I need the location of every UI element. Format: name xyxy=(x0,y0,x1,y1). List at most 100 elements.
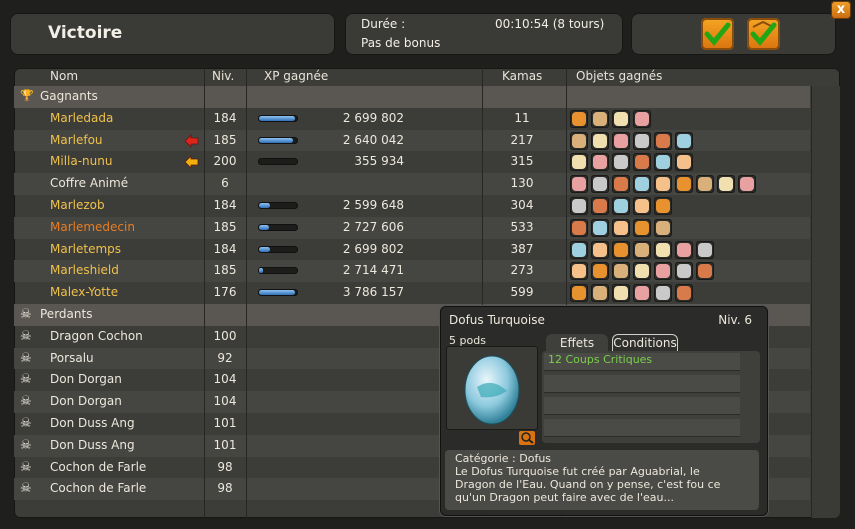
zoom-icon[interactable] xyxy=(519,431,535,445)
loot-item-icon[interactable] xyxy=(654,284,672,303)
loot-item-icon[interactable] xyxy=(675,284,693,303)
table-row[interactable]: Milla-nunu 200 355 934 315 xyxy=(14,151,810,173)
loot-item-icon[interactable] xyxy=(654,153,672,172)
loot-item-icon[interactable] xyxy=(696,240,714,259)
table-row[interactable]: Marletemps 184 2 699 802 387 xyxy=(14,239,810,261)
loot-item-icon[interactable] xyxy=(633,197,651,215)
loot-item-icon[interactable] xyxy=(654,197,672,215)
loot-item-icon[interactable] xyxy=(675,175,693,194)
loot-item-icon[interactable] xyxy=(675,153,693,172)
skull-icon: ☠ xyxy=(20,416,32,431)
tab-conditions[interactable]: Conditions xyxy=(612,334,678,352)
loot-item-icon[interactable] xyxy=(654,240,672,259)
loot-item-icon[interactable] xyxy=(633,218,651,237)
effect-row xyxy=(544,375,740,393)
section-winners: 🏆 Gagnants xyxy=(14,86,810,108)
loot-item-icon[interactable] xyxy=(591,240,609,259)
loot-item-icon[interactable] xyxy=(570,197,588,215)
loot-item-icon[interactable] xyxy=(591,284,609,303)
monster-name: Don Dorgan xyxy=(50,372,122,387)
level-cell: 184 xyxy=(213,198,237,212)
kamas-value: 533 xyxy=(510,219,534,234)
loot-item-icon[interactable] xyxy=(696,175,714,194)
loot-item-icon[interactable] xyxy=(570,240,588,259)
loot-item-icon[interactable] xyxy=(612,240,630,259)
loot-item-icon[interactable] xyxy=(675,240,693,259)
xp-value: 3 786 157 xyxy=(342,285,404,300)
monster-name: Dragon Cochon xyxy=(50,328,143,343)
skull-icon: ☠ xyxy=(20,307,32,322)
bonus-text: Pas de bonus xyxy=(361,36,441,50)
loot-item-icon[interactable] xyxy=(570,262,588,281)
loot-item-icon[interactable] xyxy=(570,131,588,150)
level-cell: 98 xyxy=(217,459,233,474)
table-row[interactable]: Malex-Yotte 176 3 786 157 599 xyxy=(14,282,810,304)
validate-button[interactable] xyxy=(701,18,734,50)
close-button[interactable]: x xyxy=(831,1,851,19)
effect-text: 12 Coups Critiques xyxy=(548,353,653,366)
loot-item-icon[interactable] xyxy=(591,262,609,281)
table-row[interactable]: Marlefou 185 2 640 042 217 xyxy=(14,129,810,152)
table-row[interactable]: Marledada 184 2 699 802 11 xyxy=(14,108,810,130)
loot-item-icon[interactable] xyxy=(612,153,630,172)
loot-item-icon[interactable] xyxy=(612,218,630,237)
loot-item-icon[interactable] xyxy=(591,109,609,128)
table-row[interactable]: Marlezob 184 2 599 648 304 xyxy=(14,195,810,217)
loot-item-icon[interactable] xyxy=(654,262,672,281)
loot-item-icon[interactable] xyxy=(612,262,630,281)
section-label-winners: Gagnants xyxy=(40,89,98,103)
loot-item-icon[interactable] xyxy=(591,175,609,194)
item-tooltip: Dofus Turquoise Niv. 6 5 pods Effets Con… xyxy=(440,306,768,516)
monster-name: Don Dorgan xyxy=(50,394,122,409)
table-row[interactable]: Coffre Animé 6 130 xyxy=(14,173,810,195)
loot-item-icon[interactable] xyxy=(612,284,630,303)
xp-value xyxy=(304,173,404,195)
loot-item-icon[interactable] xyxy=(633,284,651,303)
table-row[interactable]: Marlemedecin 185 2 727 606 533 xyxy=(14,216,810,239)
loot-item-icon[interactable] xyxy=(570,218,588,237)
loot-item-icon[interactable] xyxy=(675,131,693,150)
loot-item-icon[interactable] xyxy=(696,262,714,281)
loot-item-icon[interactable] xyxy=(570,109,588,128)
effect-row xyxy=(544,419,740,437)
col-header-name: Nom xyxy=(50,69,79,83)
loot-item-icon[interactable] xyxy=(612,109,630,128)
loot-item-icon[interactable] xyxy=(633,153,651,172)
loot-item-icon[interactable] xyxy=(612,197,630,215)
loot-item-icon[interactable] xyxy=(654,175,672,194)
level-cell: 200 xyxy=(213,154,237,169)
loot-item-icon[interactable] xyxy=(633,109,651,128)
validate-all-button[interactable] xyxy=(747,18,780,50)
tooltip-item-level: Niv. 6 xyxy=(718,313,752,327)
trophy-icon: 🏆 xyxy=(20,89,34,102)
scrollbar[interactable] xyxy=(811,86,840,518)
kamas-value: 599 xyxy=(510,285,534,300)
loot-item-icon[interactable] xyxy=(612,131,630,150)
loot-item-icon[interactable] xyxy=(591,131,609,150)
kamas-value: 304 xyxy=(510,198,534,212)
loot-item-icon[interactable] xyxy=(654,218,672,237)
loot-item-icon[interactable] xyxy=(591,153,609,172)
loot-item-icon[interactable] xyxy=(612,175,630,194)
loot-item-icon[interactable] xyxy=(633,262,651,281)
loot-item-icon[interactable] xyxy=(738,175,756,194)
checkmark-fan-icon xyxy=(750,20,777,46)
loot-item-icon[interactable] xyxy=(591,197,609,215)
loot-item-icon[interactable] xyxy=(591,218,609,237)
loot-item-icon[interactable] xyxy=(633,240,651,259)
level-cell: 101 xyxy=(213,437,237,452)
loot-item-icon[interactable] xyxy=(675,262,693,281)
loot-item-icon[interactable] xyxy=(570,153,588,172)
level-cell: 98 xyxy=(217,481,233,496)
loot-item-icon[interactable] xyxy=(654,131,672,150)
loot-item-icon[interactable] xyxy=(570,175,588,194)
loot-item-icon[interactable] xyxy=(717,175,735,194)
loot-item-icon[interactable] xyxy=(570,284,588,303)
loot-item-icon[interactable] xyxy=(633,131,651,150)
xp-value: 2 699 802 xyxy=(342,241,404,256)
loot-item-icon[interactable] xyxy=(633,175,651,194)
level-cell: 92 xyxy=(217,350,233,365)
tab-effects[interactable]: Effets xyxy=(546,334,608,352)
table-row[interactable]: Marleshield 185 2 714 471 273 xyxy=(14,260,810,283)
player-name: Malex-Yotte xyxy=(50,285,119,300)
